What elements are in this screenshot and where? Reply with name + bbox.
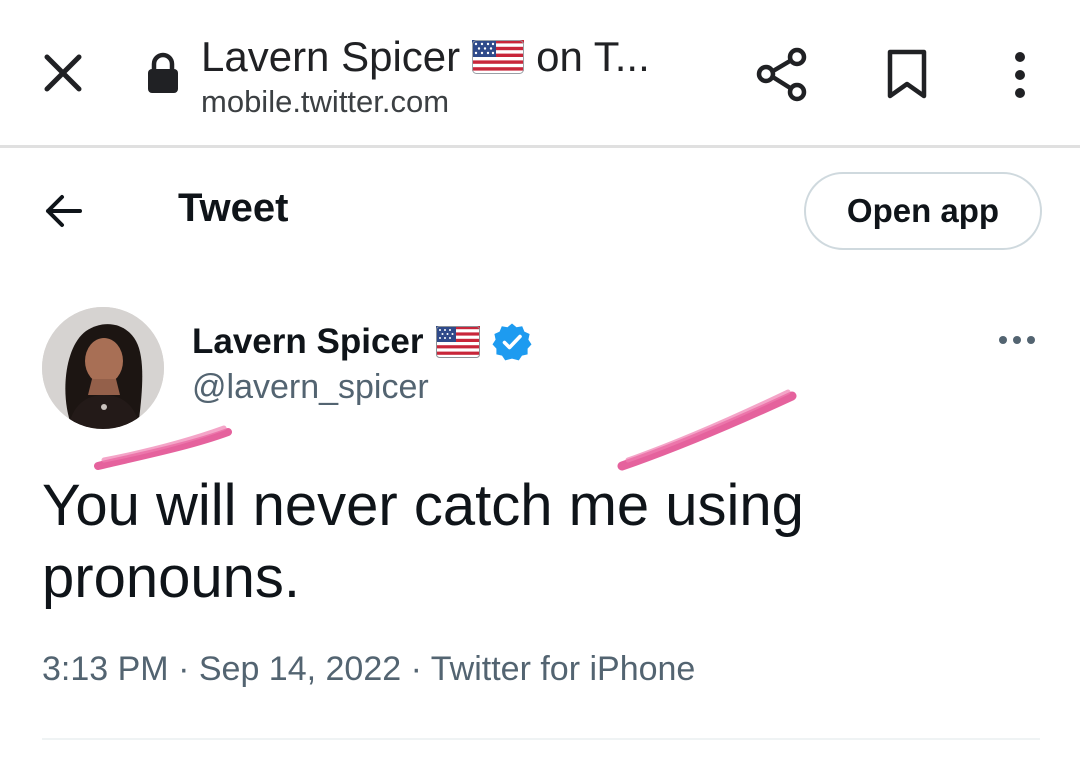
meta-separator: · — [178, 650, 190, 688]
divider — [42, 738, 1040, 740]
share-button[interactable] — [752, 44, 814, 106]
meta-separator: · — [410, 650, 422, 688]
url-text: mobile.twitter.com — [201, 84, 450, 119]
bookmark-button[interactable] — [882, 48, 932, 102]
more-vertical-icon — [1015, 52, 1025, 98]
browser-title-suffix: on T... — [536, 33, 650, 80]
browser-toolbar: Lavern Spicer on T... mobile.twitter.com — [0, 0, 1080, 148]
browser-title-prefix: Lavern Spicer — [201, 33, 461, 80]
lock-icon — [148, 52, 178, 93]
display-name[interactable]: Lavern Spicer — [192, 322, 424, 362]
share-icon — [756, 47, 807, 102]
back-arrow-icon — [46, 195, 82, 227]
tweet-source[interactable]: Twitter for iPhone — [431, 650, 696, 688]
us-flag-icon — [435, 326, 480, 358]
tweet-time[interactable]: 3:13 PM — [42, 650, 169, 688]
tweet-date[interactable]: Sep 14, 2022 — [199, 650, 401, 688]
close-icon — [44, 54, 82, 92]
browser-menu-button[interactable] — [1004, 48, 1036, 102]
back-button[interactable] — [40, 188, 90, 234]
us-flag-icon — [472, 40, 525, 74]
tweet-text: You will never catch me using pronouns. — [42, 473, 804, 610]
author-name-row[interactable]: Lavern Spicer — [192, 318, 532, 366]
avatar[interactable] — [42, 307, 164, 429]
open-app-button[interactable]: Open app — [804, 172, 1042, 250]
page-title: Tweet — [178, 186, 289, 230]
author-handle[interactable]: @lavern_spicer — [192, 368, 429, 407]
tweet-more-button[interactable] — [994, 325, 1040, 355]
tweet-meta: 3:13 PM · Sep 14, 2022 · Twitter for iPh… — [42, 650, 695, 689]
bookmark-icon — [887, 49, 927, 99]
page-title-bar: Lavern Spicer on T... — [201, 30, 721, 84]
avatar-image — [42, 307, 164, 429]
verified-badge-icon — [492, 323, 531, 361]
close-button[interactable] — [38, 48, 88, 98]
more-horizontal-icon — [999, 336, 1035, 344]
